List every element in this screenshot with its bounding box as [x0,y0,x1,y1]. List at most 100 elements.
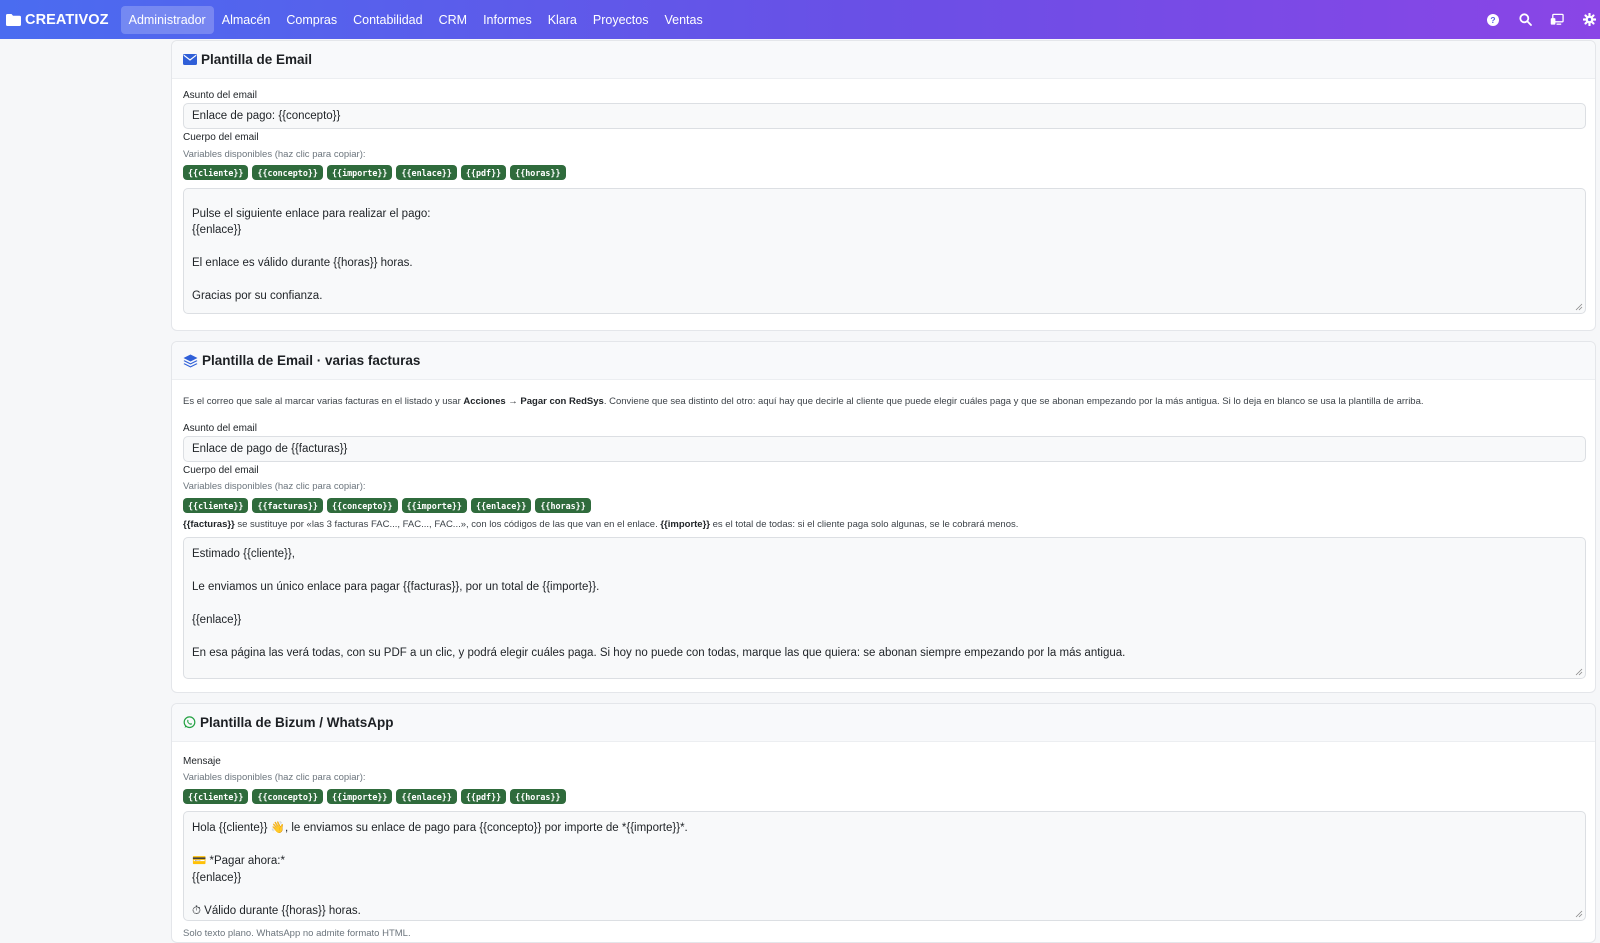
textarea-line [192,629,1577,646]
variables-hint: Variables disponibles (haz clic para cop… [183,481,366,492]
body-label: Cuerpo del email [183,132,259,143]
multi-invoice-template-card: Plantilla de Email · varias facturas Es … [171,341,1596,693]
textarea-line: Le enviamos un único enlace para pagar {… [192,581,600,593]
resize-grip-icon[interactable] [1575,668,1583,676]
body-label: Cuerpo del email [183,465,259,476]
variables-hint: Variables disponibles (haz clic para cop… [183,149,366,160]
description-action: Acciones → Pagar con RedSys [463,396,604,407]
email-template-card: Plantilla de Email Asunto del email Enla… [171,40,1596,331]
top-navbar: CREATIVOZ Administrador Almacén Compras Con… [0,0,1600,39]
multi-invoice-template-header: Plantilla de Email · varias facturas [172,342,1595,380]
variable-chip[interactable]: {{enlace}} [396,165,457,180]
bizum-template-header: Plantilla de Bizum / WhatsApp [172,704,1595,742]
search-icon[interactable] [1518,13,1532,27]
envelope-icon [183,54,197,65]
main-nav: Administrador Almacén Compras Contabilidad C… [120,5,711,34]
textarea-line: {{enlace}} [192,614,242,626]
textarea-line: {{enlace}} [192,224,242,236]
nav-item-compras[interactable]: Compras [278,6,345,34]
note-text: se sustituye por «las 3 facturas FAC...,… [234,519,661,530]
variable-chip[interactable]: {{importe}} [401,498,467,513]
description-text: Es el correo que sale al marcar varias f… [183,396,464,407]
variable-chip[interactable]: {{cliente}} [183,498,249,513]
multi-invoice-description: Es el correo que sale al marcar varias f… [183,396,1424,407]
nav-item-informes[interactable]: Informes [475,6,540,34]
variable-chip[interactable]: {{horas}} [535,498,591,513]
nav-item-contabilidad[interactable]: Contabilidad [345,6,431,34]
bizum-template-title: Plantilla de Bizum / WhatsApp [200,715,394,730]
note-var-importe: {{importe}} [660,519,710,530]
variable-chip[interactable]: {{enlace}} [470,498,532,513]
textarea-line [192,239,1577,256]
multi-body-textarea[interactable]: Estimado {{cliente}}, Le enviamos un únic… [183,537,1586,679]
multi-invoice-template-body: Es el correo que sale al marcar varias f… [172,380,1595,692]
layers-icon [183,354,198,368]
help-icon[interactable]: ? [1486,13,1500,27]
navbar-actions: ? [1486,13,1596,27]
textarea-line: ⏱ Válido durante {{horas}} horas. [192,904,361,917]
textarea-line [192,272,1577,289]
variable-chip[interactable]: {{concepto}} [252,165,323,180]
note-text-rest: es el total de todas: si el cliente paga… [709,519,1019,530]
variable-chip[interactable]: {{importe}} [326,789,393,804]
variable-chip[interactable]: {{cliente}} [183,165,249,180]
brand[interactable]: CREATIVOZ [6,12,109,28]
variables-hint: Variables disponibles (haz clic para cop… [183,772,366,783]
multi-invoice-template-title: Plantilla de Email · varias facturas [202,353,421,368]
textarea-line: Gracias por su confianza. [192,290,323,302]
variable-chip[interactable]: {{enlace}} [396,789,457,804]
svg-text:?: ? [1490,15,1495,25]
variable-chips: {{cliente}} {{facturas}} {{concepto}} {{imp… [183,498,591,513]
email-subject-input[interactable]: Enlace de pago: {{concepto}} [183,103,1586,129]
note-var-facturas: {{facturas}} [183,519,235,530]
gear-icon[interactable] [1582,13,1596,27]
variable-chip[interactable]: {{concepto}} [326,498,398,513]
variable-chip[interactable]: {{horas}} [510,165,566,180]
email-body-textarea[interactable]: Pulse el siguiente enlace para realizar … [183,188,1586,314]
resize-grip-icon[interactable] [1575,303,1583,311]
bizum-message-textarea[interactable]: Hola {{cliente}} 👋, le enviamos su enlac… [183,811,1586,921]
nav-item-administrador[interactable]: Administrador [120,5,214,34]
variable-chip[interactable]: {{pdf}} [460,165,507,180]
textarea-line: 💳 *Pagar ahora:* [192,855,285,867]
variable-chip[interactable]: {{pdf}} [460,789,507,804]
variable-chip[interactable]: {{importe}} [326,165,393,180]
variable-chip[interactable]: {{cliente}} [183,789,249,804]
textarea-line [192,563,1577,580]
whatsapp-icon [183,716,196,729]
nav-item-almacen[interactable]: Almacén [214,6,279,34]
resize-grip-icon[interactable] [1575,910,1583,918]
nav-item-crm[interactable]: CRM [431,6,475,34]
bizum-template-body: Mensaje Variables disponibles (haz clic … [172,742,1595,942]
textarea-line [192,189,1577,206]
textarea-line: Pulse el siguiente enlace para realizar … [192,207,431,220]
multi-subject-input[interactable]: Enlace de pago de {{facturas}} [183,436,1586,462]
textarea-line: Estimado {{cliente}}, [192,548,295,560]
variable-chips: {{cliente}} {{concepto}} {{importe}} {{enla… [183,165,566,180]
brand-name: CREATIVOZ [25,11,109,28]
variable-chip[interactable]: {{concepto}} [252,789,323,804]
description-text-rest: . Conviene que sea distinto del otro: aq… [603,396,1424,407]
plain-text-note: Solo texto plano. WhatsApp no admite for… [183,928,411,939]
nav-item-proyectos[interactable]: Proyectos [585,6,657,34]
devices-icon[interactable] [1550,13,1564,27]
textarea-line [192,596,1577,613]
subject-label: Asunto del email [183,423,257,434]
folder-icon [6,13,21,26]
textarea-line: El enlace es válido durante {{horas}} ho… [192,257,413,269]
email-template-body: Asunto del email Enlace de pago: {{conce… [172,79,1595,329]
subject-label: Asunto del email [183,90,257,101]
textarea-line [192,886,1577,903]
textarea-line [192,837,1577,854]
nav-item-klara[interactable]: Klara [540,6,585,34]
variable-chip[interactable]: {{horas}} [510,789,566,804]
nav-item-ventas[interactable]: Ventas [656,6,710,34]
email-template-header: Plantilla de Email [172,41,1595,79]
email-template-title: Plantilla de Email [201,52,313,67]
variable-chip[interactable]: {{facturas}} [252,498,323,513]
textarea-line: En esa página las verá todas, con su PDF… [192,647,1126,659]
variable-chips: {{cliente}} {{concepto}} {{importe}} {{enla… [183,789,566,804]
bizum-template-card: Plantilla de Bizum / WhatsApp Mensaje Va… [171,703,1596,943]
textarea-line: Hola {{cliente}} 👋, le enviamos su enlac… [192,822,688,834]
textarea-line: {{enlace}} [192,871,242,884]
